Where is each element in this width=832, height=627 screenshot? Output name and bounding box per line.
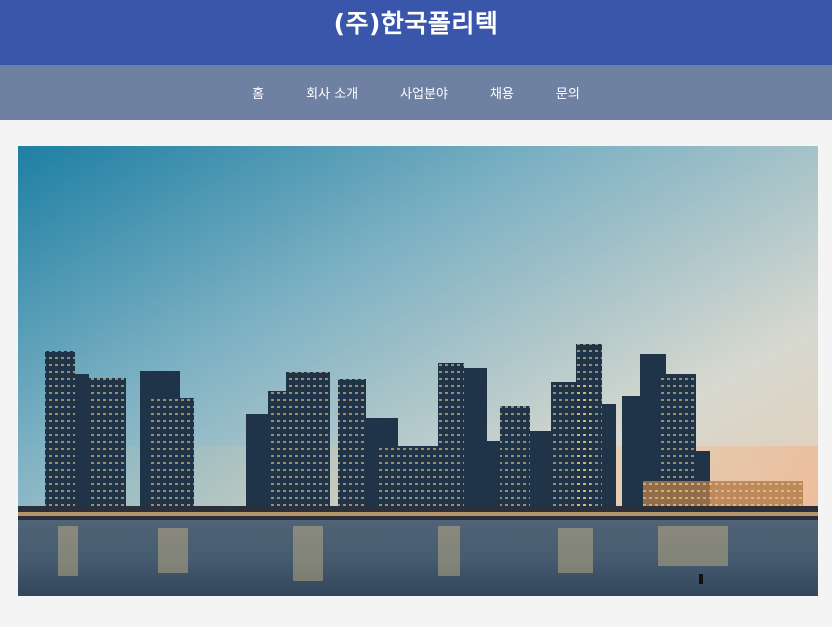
main-nav: 홈 회사 소개 사업분야 채용 문의	[0, 65, 832, 120]
main-content	[0, 120, 832, 596]
site-title[interactable]: (주)한국폴리텍	[334, 4, 499, 40]
nav-item-careers[interactable]: 채용	[490, 83, 514, 102]
nav-item-business[interactable]: 사업분야	[400, 83, 448, 102]
nav-item-about[interactable]: 회사 소개	[306, 83, 358, 102]
nav-item-home[interactable]: 홈	[252, 83, 264, 102]
hero-image	[18, 146, 818, 596]
nav-item-contact[interactable]: 문의	[556, 83, 580, 102]
site-header: (주)한국폴리텍	[0, 0, 832, 65]
